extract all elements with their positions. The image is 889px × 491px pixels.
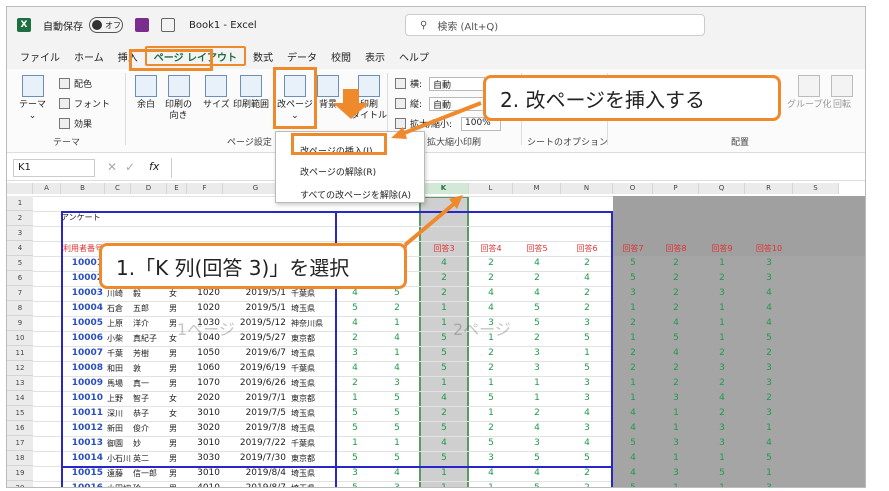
- callout-step-1: 1.「K 列(回答 3)」を選択: [99, 243, 407, 289]
- arrow-line-2: [403, 201, 457, 247]
- excel-window: X 自動保存 オフ Book1 - Excel ⚲ 検索 (Alt+Q) ファイル…: [6, 6, 866, 488]
- callout-step-2: 2. 改ページを挿入する: [483, 75, 781, 121]
- arrow-head-1-icon: [391, 127, 407, 139]
- arrow-line-1: [398, 101, 482, 137]
- arrow-down-icon: [333, 89, 369, 119]
